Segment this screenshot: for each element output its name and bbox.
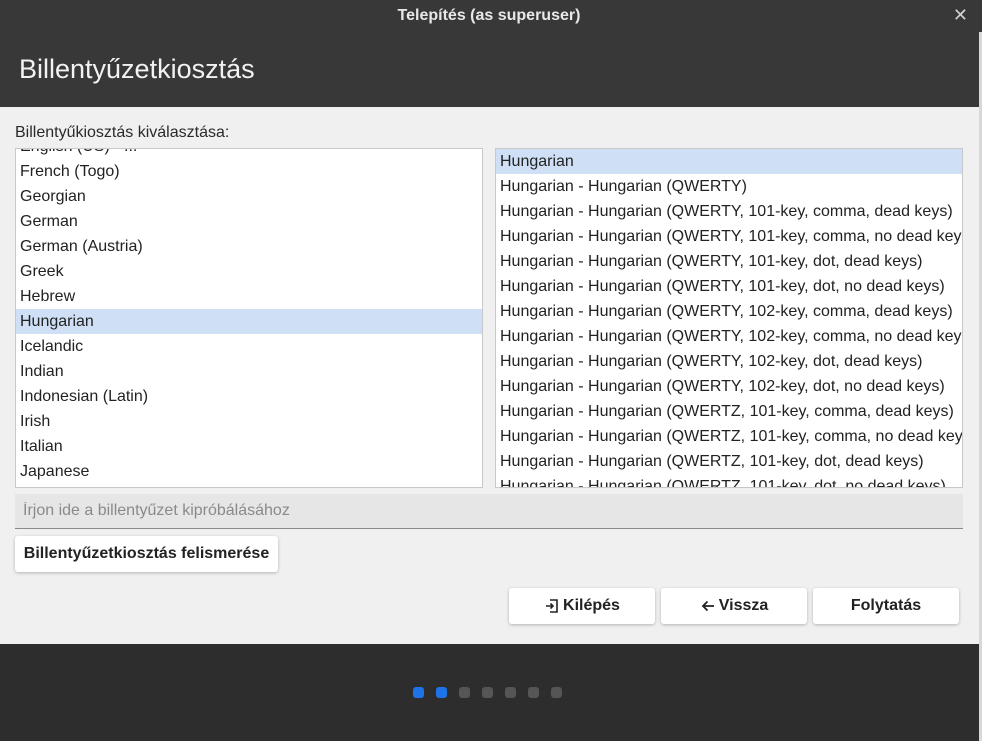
continue-label: Folytatás [850, 597, 922, 614]
layout-list-item[interactable]: French (Togo) [16, 159, 482, 184]
quit-label: Kilépés [563, 597, 620, 614]
layout-list-item[interactable]: Greek [16, 259, 482, 284]
layout-list-item[interactable]: Hungarian [16, 309, 482, 334]
layout-list-item[interactable]: German [16, 209, 482, 234]
quit-button[interactable]: Kilépés [509, 588, 655, 624]
back-button[interactable]: Vissza [661, 588, 807, 624]
window-title: Telepítés (as superuser) [397, 7, 581, 24]
footer [0, 644, 979, 741]
variant-list-item[interactable]: Hungarian - Hungarian (QWERTY, 101-key, … [496, 274, 962, 299]
layout-list-items: English (US) - ...French (Togo)GeorgianG… [16, 149, 482, 487]
arrow-left-icon [700, 598, 716, 614]
variant-list-item[interactable]: Hungarian - Hungarian (QWERTY, 102-key, … [496, 349, 962, 374]
step-indicator [413, 687, 562, 698]
variant-list-item[interactable]: Hungarian - Hungarian (QWERTY, 102-key, … [496, 299, 962, 324]
close-icon[interactable]: ✕ [953, 5, 968, 25]
step-dot [413, 687, 424, 698]
variant-list-items: Hungarian Hungarian - Hungarian (QWERTY) H… [496, 149, 962, 487]
layout-list-item[interactable]: German (Austria) [16, 234, 482, 259]
layout-list-item[interactable]: Hebrew [16, 284, 482, 309]
step-dot [459, 687, 470, 698]
variant-list-item[interactable]: Hungarian - Hungarian (QWERTZ, 101-key, … [496, 399, 962, 424]
variant-list-item[interactable]: Hungarian - Hungarian (QWERTY, 102-key, … [496, 324, 962, 349]
step-dot [505, 687, 516, 698]
detect-layout-label: Billentyűzetkiosztás felismerése [23, 545, 270, 562]
layout-list-item[interactable]: Japanese [16, 459, 482, 484]
page-title: Billentyűzetkiosztás [19, 54, 255, 84]
step-dot [528, 687, 539, 698]
variant-list-item[interactable]: Hungarian - Hungarian (QWERTY, 101-key, … [496, 199, 962, 224]
variant-list-item[interactable]: Hungarian - Hungarian (QWERTZ, 101-key, … [496, 424, 962, 449]
exit-icon [544, 598, 560, 614]
layout-list-item[interactable]: Kazakh [16, 484, 482, 487]
back-label: Vissza [718, 597, 769, 614]
layout-list-item[interactable]: Irish [16, 409, 482, 434]
variant-list-item[interactable]: Hungarian - Hungarian (QWERTY, 101-key, … [496, 249, 962, 274]
variant-list-item[interactable]: Hungarian - Hungarian (QWERTY) [496, 174, 962, 199]
continue-button[interactable]: Folytatás [813, 588, 959, 624]
layout-list-item[interactable]: Italian [16, 434, 482, 459]
variant-list-item[interactable]: Hungarian [496, 149, 962, 174]
variant-list-item[interactable]: Hungarian - Hungarian (QWERTY, 102-key, … [496, 374, 962, 399]
main-content: Billentyűkiosztás kiválasztása: English … [0, 107, 979, 644]
layout-list[interactable]: English (US) - ...French (Togo)GeorgianG… [15, 148, 483, 488]
variant-list-item[interactable]: Hungarian - Hungarian (QWERTY, 101-key, … [496, 224, 962, 249]
step-dot [436, 687, 447, 698]
keyboard-test-input[interactable] [15, 494, 963, 529]
detect-layout-button[interactable]: Billentyűzetkiosztás felismerése [15, 536, 278, 572]
step-dot [482, 687, 493, 698]
layout-list-item[interactable]: English (US) - ... [16, 149, 482, 159]
variant-list[interactable]: Hungarian Hungarian - Hungarian (QWERTY) H… [495, 148, 963, 488]
variant-list-item[interactable]: Hungarian - Hungarian (QWERTZ, 101-key, … [496, 474, 962, 487]
page-header: Billentyűzetkiosztás [0, 32, 979, 107]
layout-list-item[interactable]: Indonesian (Latin) [16, 384, 482, 409]
window-titlebar: Telepítés (as superuser) ✕ [0, 0, 982, 32]
step-dot [551, 687, 562, 698]
variant-list-item[interactable]: Hungarian - Hungarian (QWERTZ, 101-key, … [496, 449, 962, 474]
layout-list-item[interactable]: Georgian [16, 184, 482, 209]
layout-list-item[interactable]: Icelandic [16, 334, 482, 359]
layout-list-item[interactable]: Indian [16, 359, 482, 384]
layout-prompt-label: Billentyűkiosztás kiválasztása: [15, 124, 230, 141]
